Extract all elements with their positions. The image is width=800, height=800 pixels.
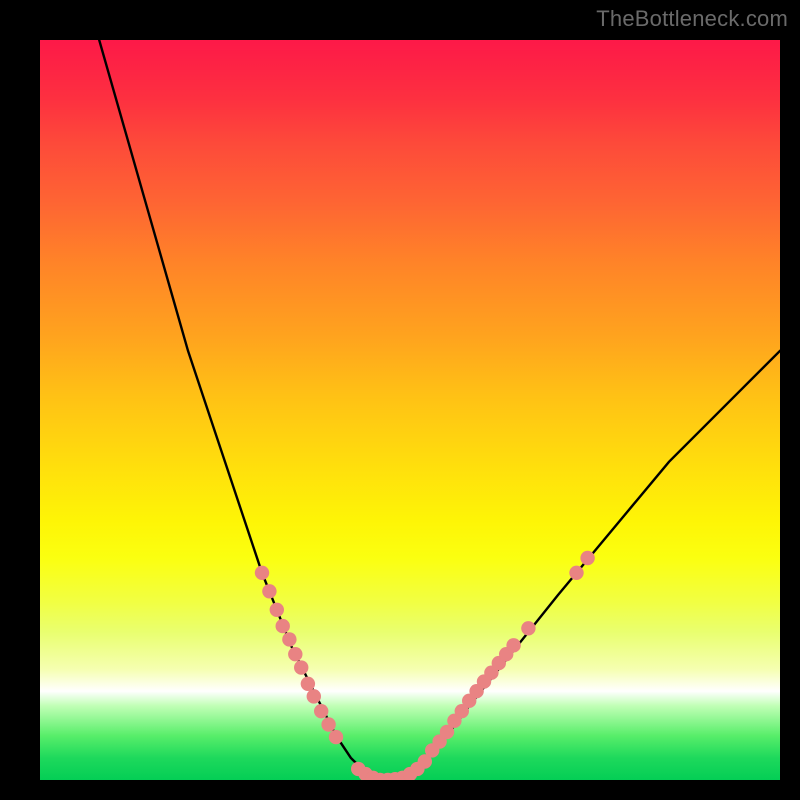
data-marker: [262, 584, 276, 598]
curve-group: [99, 40, 780, 780]
chart-frame: TheBottleneck.com: [0, 0, 800, 800]
data-marker: [255, 566, 269, 580]
data-marker: [314, 704, 328, 718]
data-marker: [301, 677, 315, 691]
watermark-text: TheBottleneck.com: [596, 6, 788, 32]
data-marker: [276, 619, 290, 633]
data-marker: [506, 638, 520, 652]
plot-area: [40, 40, 780, 780]
chart-svg: [40, 40, 780, 780]
data-marker: [321, 717, 335, 731]
data-marker: [307, 689, 321, 703]
data-marker: [580, 551, 594, 565]
data-marker: [294, 660, 308, 674]
marker-group: [255, 551, 595, 780]
data-marker: [569, 566, 583, 580]
data-marker: [288, 647, 302, 661]
data-marker: [270, 603, 284, 617]
data-marker: [329, 730, 343, 744]
data-marker: [521, 621, 535, 635]
bottleneck-curve: [99, 40, 780, 780]
data-marker: [282, 632, 296, 646]
